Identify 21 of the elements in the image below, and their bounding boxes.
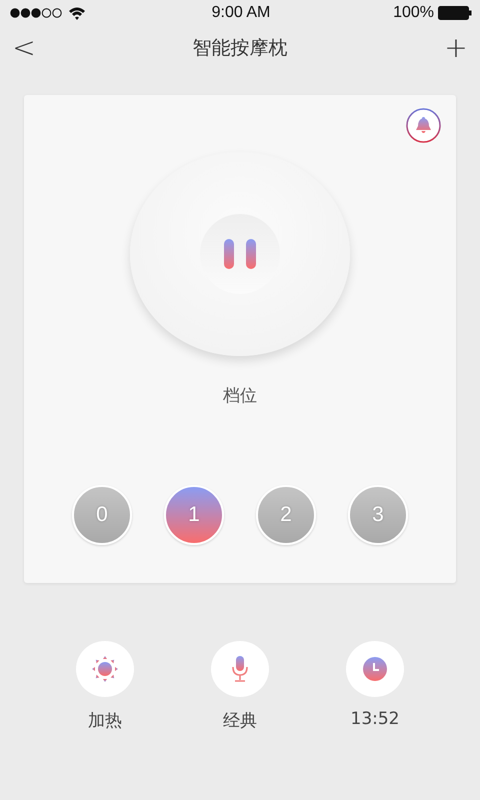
pause-icon bbox=[223, 239, 257, 269]
level-button[interactable]: 3 bbox=[348, 485, 408, 545]
microphone-icon bbox=[230, 656, 250, 682]
back-button[interactable]: < bbox=[12, 34, 36, 62]
alarm-button[interactable] bbox=[406, 108, 441, 143]
add-button[interactable]: + bbox=[444, 34, 468, 62]
page-title: 智能按摩枕 bbox=[192, 36, 288, 60]
action-label: 13:52 bbox=[350, 709, 400, 729]
status-time: 9:00 AM bbox=[212, 4, 270, 22]
battery-icon bbox=[438, 6, 472, 20]
clock-icon bbox=[363, 657, 387, 681]
wifi-icon bbox=[68, 6, 86, 20]
level-label: 档位 bbox=[223, 385, 257, 407]
battery-percent: 100% bbox=[393, 4, 434, 22]
level-button[interactable]: 1 bbox=[164, 485, 224, 545]
level-button[interactable]: 0 bbox=[72, 485, 132, 545]
action-label: 加热 bbox=[88, 710, 122, 732]
action-label: 经典 bbox=[223, 710, 257, 732]
signal-icon bbox=[10, 8, 62, 18]
sun-icon bbox=[92, 656, 118, 682]
level-button[interactable]: 2 bbox=[256, 485, 316, 545]
